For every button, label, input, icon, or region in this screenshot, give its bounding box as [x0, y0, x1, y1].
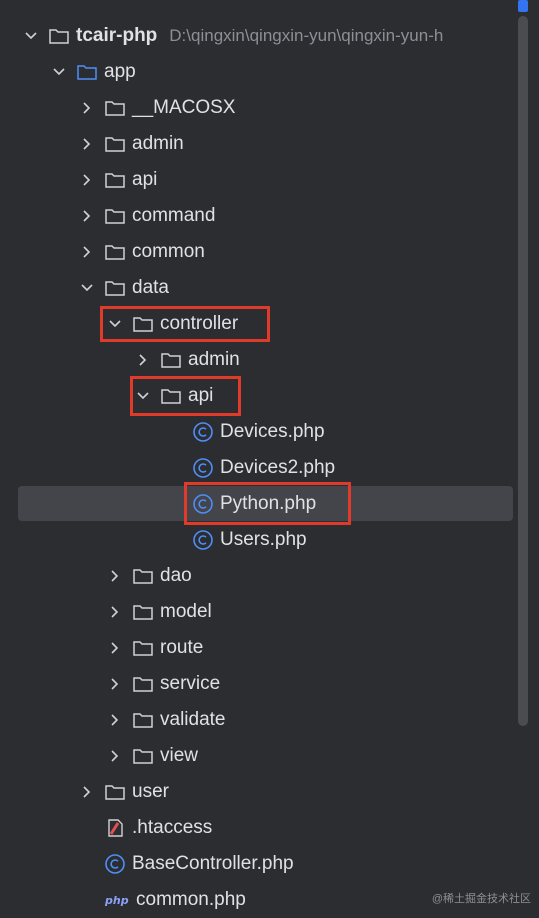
tree-label: Devices2.php [220, 457, 336, 478]
folder-icon [105, 173, 125, 188]
tree-row-macosx[interactable]: __MACOSX [0, 90, 539, 126]
chevron-right-icon[interactable] [78, 783, 96, 801]
tree-label: view [160, 745, 199, 766]
tree-label: .htaccess [132, 817, 213, 838]
tree-label: command [132, 205, 216, 226]
tree-row-app[interactable]: app [0, 54, 539, 90]
tree-row-data[interactable]: data [0, 270, 539, 306]
folder-icon [133, 749, 153, 764]
tree-label: user [132, 781, 169, 802]
tree-label: common.php [136, 889, 246, 910]
htaccess-file-icon [108, 819, 123, 837]
folder-icon [105, 209, 125, 224]
chevron-right-icon[interactable] [78, 207, 96, 225]
tree-row-devices[interactable]: Devices.php [0, 414, 539, 450]
tree-row-view[interactable]: view [0, 738, 539, 774]
tree-row-devices2[interactable]: Devices2.php [0, 450, 539, 486]
tree-row-user[interactable]: user [0, 774, 539, 810]
folder-icon [105, 785, 125, 800]
chevron-down-icon[interactable] [78, 279, 96, 297]
annotation-box-controller [100, 306, 270, 342]
folder-icon [77, 65, 97, 80]
tree-label: app [104, 61, 136, 82]
php-class-icon [193, 530, 213, 550]
tree-label: Users.php [220, 529, 307, 550]
annotation-box-python [184, 482, 351, 525]
tree-label: Devices.php [220, 421, 325, 442]
tree-label: model [160, 601, 212, 622]
folder-icon [49, 29, 69, 44]
php-class-icon [105, 854, 125, 874]
folder-icon [133, 569, 153, 584]
php-class-icon [193, 458, 213, 478]
tree-label: service [160, 673, 221, 694]
folder-icon [133, 677, 153, 692]
folder-icon [133, 713, 153, 728]
tree-row-route[interactable]: route [0, 630, 539, 666]
tree-row-root[interactable]: tcair-php D:\qingxin\qingxin-yun\qingxin… [0, 18, 539, 54]
tree-label: admin [132, 133, 184, 154]
chevron-right-icon[interactable] [106, 603, 124, 621]
tree-row-users[interactable]: Users.php [0, 522, 539, 558]
tree-row-service[interactable]: service [0, 666, 539, 702]
chevron-right-icon[interactable] [78, 135, 96, 153]
chevron-right-icon[interactable] [106, 711, 124, 729]
folder-icon [105, 101, 125, 116]
tree-row-basecontroller[interactable]: BaseController.php [0, 846, 539, 882]
project-root-path: D:\qingxin\qingxin-yun\qingxin-yun-h [169, 26, 444, 45]
folder-icon [133, 605, 153, 620]
tree-label: validate [160, 709, 226, 730]
tree-label: common [132, 241, 205, 262]
chevron-down-icon[interactable] [22, 27, 40, 45]
tree-row-admin[interactable]: admin [0, 126, 539, 162]
tree-row-controller-admin[interactable]: admin [0, 342, 539, 378]
chevron-down-icon[interactable] [50, 63, 68, 81]
chevron-right-icon[interactable] [134, 351, 152, 369]
project-root-name: tcair-php [76, 25, 158, 46]
chevron-right-icon[interactable] [78, 243, 96, 261]
tree-label: BaseController.php [132, 853, 294, 874]
chevron-right-icon[interactable] [106, 675, 124, 693]
chevron-right-icon[interactable] [106, 567, 124, 585]
tree-row-controller-api[interactable]: api [0, 378, 539, 414]
chevron-right-icon[interactable] [78, 171, 96, 189]
tree-label: route [160, 637, 204, 658]
project-tree: tcair-php D:\qingxin\qingxin-yun\qingxin… [0, 0, 539, 912]
tree-row-validate[interactable]: validate [0, 702, 539, 738]
folder-icon [105, 137, 125, 152]
chevron-right-icon[interactable] [106, 747, 124, 765]
chevron-right-icon[interactable] [106, 639, 124, 657]
tree-label: admin [188, 349, 240, 370]
folder-icon [133, 641, 153, 656]
tree-label: dao [160, 565, 192, 586]
tree-row-dao[interactable]: dao [0, 558, 539, 594]
tree-label: __MACOSX [132, 97, 236, 118]
watermark: @稀土掘金技术社区 [431, 893, 531, 905]
tree-label: api [132, 169, 158, 190]
tree-row-model[interactable]: model [0, 594, 539, 630]
folder-icon [105, 281, 125, 296]
folder-icon [161, 353, 181, 368]
tree-row-api[interactable]: api [0, 162, 539, 198]
tree-label: data [132, 277, 169, 298]
chevron-right-icon[interactable] [78, 99, 96, 117]
annotation-box-api [130, 376, 241, 416]
tree-row-command[interactable]: command [0, 198, 539, 234]
php-file-icon: php [104, 894, 129, 907]
tree-row-htaccess[interactable]: .htaccess [0, 810, 539, 846]
scroll-indicator [518, 0, 528, 12]
folder-icon [105, 245, 125, 260]
svg-text:php: php [104, 894, 129, 907]
php-class-icon [193, 422, 213, 442]
tree-row-common[interactable]: common [0, 234, 539, 270]
